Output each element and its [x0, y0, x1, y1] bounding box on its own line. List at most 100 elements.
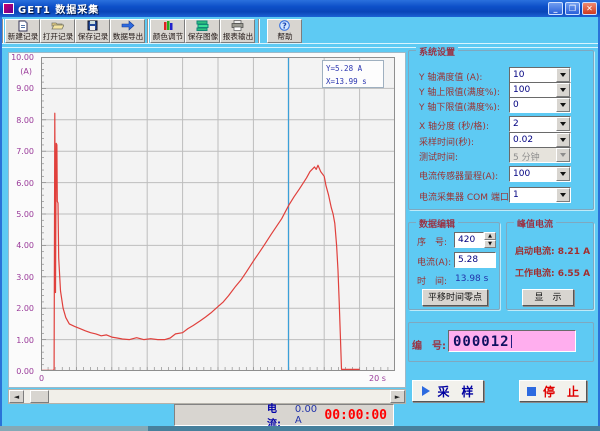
combobox-value: 0 [510, 98, 556, 112]
seq-spinner[interactable]: ▲ ▼ [484, 232, 496, 248]
work-current-line: 工作电流: 6.55 A [515, 266, 590, 279]
toolbar-bottom-line [2, 47, 598, 48]
window-title: GET1 数据采集 [18, 1, 546, 16]
chart-panel: 10.009.008.007.006.005.004.003.002.001.0… [8, 52, 406, 388]
toolbar-button-label: 打开记录 [42, 31, 72, 41]
chevron-down-icon[interactable] [556, 133, 570, 147]
seq-label: 序 号: [417, 235, 447, 248]
toolbar-button-label: 保存图像 [187, 31, 217, 41]
save-image-icon [196, 20, 209, 31]
settings-row-combobox[interactable]: 0 [509, 97, 571, 113]
toolbar-separator [2, 19, 4, 43]
stop-icon [527, 387, 536, 396]
toolbar-button-3[interactable]: 保存记录 [75, 19, 110, 43]
status-panel: 电流: 0.00 A 00:00:00 [174, 404, 394, 426]
settings-row-label: 测试时间: [419, 150, 458, 163]
settings-row-combobox[interactable]: 100 [509, 166, 571, 182]
current-input[interactable]: 5.28 [454, 252, 496, 268]
window-bottom-edge [0, 426, 600, 431]
toolbar-button-1[interactable]: 新建记录 [5, 19, 40, 43]
work-current-value: 6.55 A [558, 269, 590, 279]
current-waveform-chart[interactable] [41, 57, 395, 371]
system-settings-title: 系统设置 [416, 45, 458, 58]
settings-row-combobox[interactable]: 2 [509, 116, 571, 132]
x-axis-min-label: 0 [39, 374, 44, 383]
export-data-icon [121, 20, 135, 31]
settings-row-combobox[interactable]: 10 [509, 67, 571, 83]
y-axis-tick-label: 10.00 [6, 53, 34, 62]
chevron-down-icon[interactable] [556, 117, 570, 131]
time-value: 13.98 s [455, 274, 488, 284]
y-axis-unit: (A) [6, 67, 32, 76]
stop-button-label: 停 止 [543, 383, 579, 400]
y-axis-tick-label: 1.00 [6, 336, 34, 345]
start-current-label: 启动电流: [515, 247, 555, 257]
peak-current-title: 峰值电流 [514, 217, 556, 230]
chart-plot-area[interactable]: Y=5.28 A X=13.99 s [41, 57, 395, 371]
show-button[interactable]: 显 示 [522, 289, 574, 306]
scroll-left-button[interactable]: ◄ [9, 390, 24, 403]
settings-row-combobox[interactable]: 0.02 [509, 132, 571, 148]
toolbar: 新建记录打开记录保存记录数据导出颜色调节保存图像报表输出?帮助 [2, 17, 598, 45]
settings-row-combobox[interactable]: 100 [509, 82, 571, 98]
close-button[interactable]: ✕ [582, 2, 597, 15]
work-current-label: 工作电流: [515, 269, 555, 279]
toolbar-button-7[interactable]: 报表输出 [220, 19, 255, 43]
toolbar-bottom-line [2, 43, 598, 44]
app-icon [3, 3, 14, 14]
combobox-value: 100 [510, 83, 556, 97]
app-window: GET1 数据采集 _ ❐ ✕ 新建记录打开记录保存记录数据导出颜色调节保存图像… [0, 0, 600, 431]
chevron-down-icon[interactable] [556, 83, 570, 97]
settings-row-label: 电流采集器 COM 端口: [419, 190, 512, 203]
time-label: 时 间: [417, 274, 447, 287]
elapsed-timer: 00:00:00 [324, 408, 387, 423]
spinner-up-icon[interactable]: ▲ [484, 232, 496, 240]
text-caret [511, 335, 512, 348]
spinner-down-icon[interactable]: ▼ [484, 240, 496, 248]
sample-button[interactable]: 采 样 [412, 380, 484, 402]
report-output-icon [231, 20, 244, 31]
svg-text:?: ? [282, 21, 287, 30]
combobox-value: 2 [510, 117, 556, 131]
settings-row-label: Y 轴满度值 (A): [419, 70, 482, 83]
shift-time-zero-button[interactable]: 平移时间零点 [422, 289, 488, 306]
save-record-icon [87, 20, 98, 31]
window-bottom-edge-segment [0, 426, 148, 431]
chevron-down-icon [556, 148, 570, 162]
open-record-icon [51, 20, 64, 31]
settings-row-label: X 轴分度 (秒/格): [419, 119, 489, 132]
y-axis-tick-label: 8.00 [6, 116, 34, 125]
toolbar-button-6[interactable]: 保存图像 [185, 19, 220, 43]
settings-row-label: 电流传感器量程(A): [419, 169, 498, 182]
scroll-right-button[interactable]: ► [390, 390, 405, 403]
y-axis-tick-label: 2.00 [6, 304, 34, 313]
data-edit-groupbox: 数据编辑 序 号: 420 ▲ ▼ 电流(A): 5.28 时 间: 13.98… [408, 222, 500, 310]
toolbar-button-label: 保存记录 [77, 31, 107, 41]
chevron-down-icon[interactable] [556, 167, 570, 181]
stop-button[interactable]: 停 止 [519, 380, 587, 402]
combobox-value: 0.02 [510, 133, 556, 147]
chevron-down-icon[interactable] [556, 188, 570, 202]
color-adjust-icon [162, 20, 174, 31]
restore-button[interactable]: ❐ [565, 2, 580, 15]
toolbar-button-label: 数据导出 [112, 31, 142, 41]
settings-row-combobox[interactable]: 1 [509, 187, 571, 203]
toolbar-button-5[interactable]: 颜色调节 [150, 19, 185, 43]
toolbar-button-8[interactable]: ?帮助 [267, 19, 302, 43]
toolbar-button-2[interactable]: 打开记录 [40, 19, 75, 43]
y-axis-tick-label: 4.00 [6, 241, 34, 250]
minimize-button[interactable]: _ [548, 2, 563, 15]
seq-input[interactable]: 420 [454, 232, 484, 248]
scroll-thumb[interactable] [30, 390, 49, 403]
chevron-down-icon[interactable] [556, 68, 570, 82]
toolbar-button-label: 帮助 [277, 31, 292, 41]
start-current-line: 启动电流: 8.21 A [515, 244, 590, 257]
sample-button-label: 采 样 [437, 383, 473, 400]
settings-row-label: 采样时间(秒): [419, 135, 474, 148]
toolbar-button-4[interactable]: 数据导出 [110, 19, 145, 43]
chart-hscrollbar[interactable]: ◄ ► [8, 389, 406, 404]
play-icon [422, 386, 430, 396]
chevron-down-icon[interactable] [556, 98, 570, 112]
id-input[interactable]: 000012 [448, 330, 576, 352]
y-axis-tick-label: 3.00 [6, 273, 34, 282]
